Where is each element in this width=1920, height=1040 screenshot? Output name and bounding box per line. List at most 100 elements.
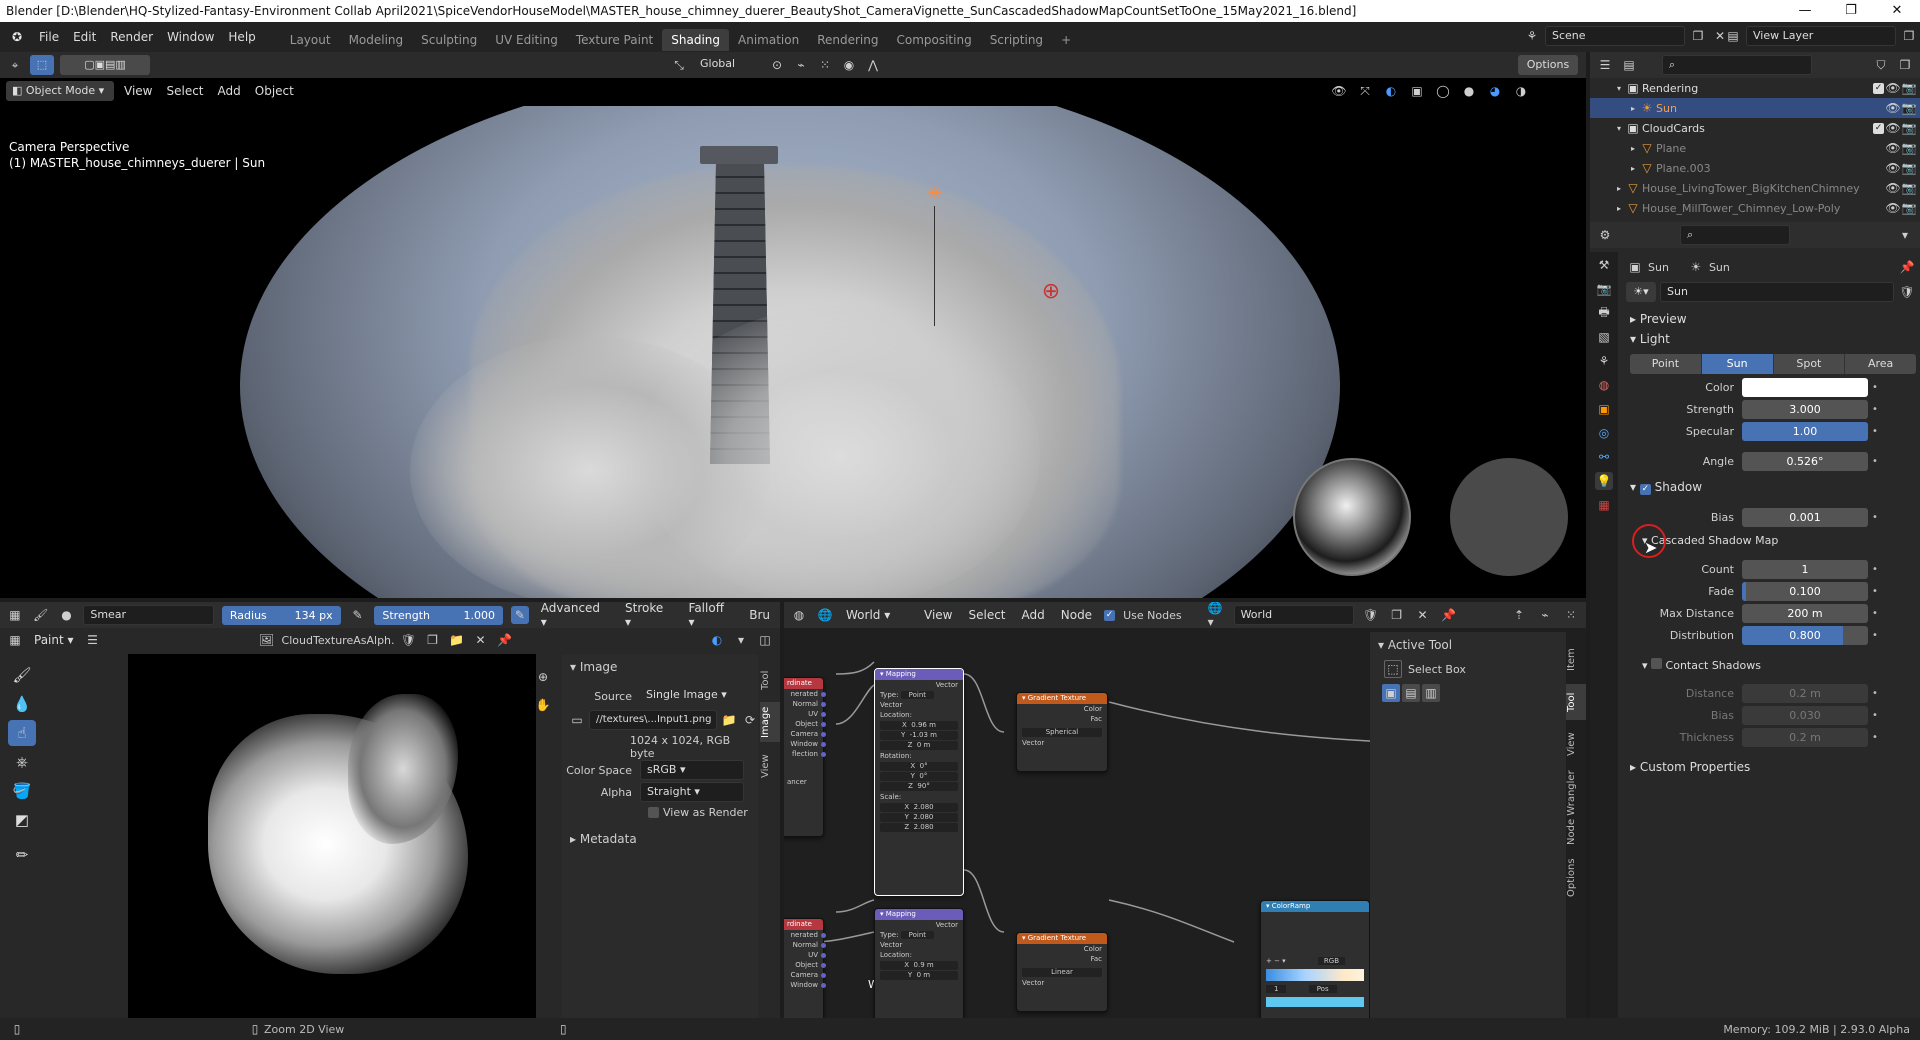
image-view-icon[interactable]: ▾: [732, 631, 750, 649]
constraints-tab-icon[interactable]: ⚯: [1595, 448, 1613, 466]
snap-icon[interactable]: ⌁: [792, 56, 810, 74]
colorspace-dropdown[interactable]: sRGB ▾: [640, 760, 744, 780]
render-camera-icon[interactable]: 📷: [1900, 199, 1918, 217]
select-new-icon[interactable]: ▣: [1382, 684, 1400, 702]
pin-icon[interactable]: 📌: [1898, 258, 1916, 276]
texture-tab-icon[interactable]: ▦: [1595, 496, 1613, 514]
tab-animation[interactable]: Animation: [729, 29, 808, 51]
brush-icon[interactable]: 🖌: [32, 606, 50, 624]
new-image-icon[interactable]: ❐: [424, 631, 442, 649]
menu-window[interactable]: Window: [160, 24, 221, 50]
brush-name-field[interactable]: Smear: [83, 605, 214, 625]
mapping-node-2[interactable]: ▾ Mapping Vector Type: Point Vector Loca…: [874, 908, 964, 1018]
light-panel-header[interactable]: ▾ Light: [1630, 332, 1670, 346]
socket-dot[interactable]: [821, 712, 826, 717]
view-layer-field[interactable]: View Layer: [1746, 26, 1896, 46]
expand-arrow-icon[interactable]: ▾: [1614, 79, 1624, 97]
open-image-icon[interactable]: 📁: [448, 631, 466, 649]
mask-tool-icon[interactable]: ◩: [8, 807, 36, 833]
alpha-dropdown[interactable]: Straight ▾: [640, 782, 744, 802]
socket-dot[interactable]: [821, 732, 826, 737]
transform-orientation[interactable]: Global: [694, 55, 762, 75]
solid-shading-icon[interactable]: ●: [1460, 82, 1478, 100]
distance-field[interactable]: 0.2 m: [1742, 683, 1868, 703]
strength-slider[interactable]: Strength 1.000: [374, 605, 503, 625]
properties-editor-icon[interactable]: ⚙: [1596, 226, 1614, 244]
expand-arrow-icon[interactable]: ▸: [1628, 99, 1638, 117]
scale-z[interactable]: Z 2.080: [880, 823, 958, 832]
location-y[interactable]: Y 0 m: [880, 971, 958, 980]
smear-tool-icon[interactable]: ☝: [8, 720, 36, 746]
sun-lamp-icon[interactable]: ✳: [925, 184, 945, 204]
tab-layout[interactable]: Layout: [281, 29, 340, 51]
outliner-item-rendering[interactable]: ▾ ▣ Rendering ✓ 👁 📷: [1590, 78, 1920, 98]
shadow-panel-header[interactable]: ▾ ✓ Shadow: [1630, 480, 1702, 495]
keyframe-dot[interactable]: •: [1868, 512, 1882, 523]
color-swatch[interactable]: [1742, 377, 1868, 397]
select-box-icon[interactable]: ⬚: [1384, 660, 1402, 678]
maximize-button[interactable]: ❐: [1828, 0, 1874, 22]
expand-arrow-icon[interactable]: ▸: [1614, 199, 1624, 217]
count-field[interactable]: 1: [1742, 559, 1868, 579]
properties-search-input[interactable]: ⌕: [1680, 225, 1790, 245]
image-sidetab-view[interactable]: View: [760, 748, 780, 784]
outliner-item-plane[interactable]: ▸ ▽ Plane 👁 📷: [1590, 138, 1920, 158]
menu-edit[interactable]: Edit: [66, 24, 103, 50]
fade-slider[interactable]: 0.100: [1742, 581, 1868, 601]
rotation-y[interactable]: Y 0°: [880, 772, 958, 781]
render-tab-icon[interactable]: 📷: [1595, 280, 1613, 298]
world-tab-icon[interactable]: ◍: [1595, 376, 1613, 394]
tab-texture-paint[interactable]: Texture Paint: [567, 29, 662, 51]
active-tool-panel-header[interactable]: ▾ Active Tool: [1378, 638, 1452, 652]
paint-menu-brush[interactable]: Bru: [745, 608, 774, 622]
render-camera-icon[interactable]: 📷: [1900, 99, 1918, 117]
light-type-point[interactable]: Point: [1630, 354, 1702, 374]
socket-dot[interactable]: [821, 933, 826, 938]
viewport-menu-object[interactable]: Object: [251, 84, 298, 98]
object-tab-icon[interactable]: ▣: [1595, 400, 1613, 418]
texture-coordinate-node-2[interactable]: rdinate nerated Normal UV Object Camera Windo…: [784, 918, 826, 1018]
unlink-image-icon[interactable]: ✕: [472, 631, 490, 649]
outliner-item-cloudcards[interactable]: ▾ ▣ CloudCards ✓ 👁 📷: [1590, 118, 1920, 138]
clone-tool-icon[interactable]: ⎈: [8, 749, 36, 775]
zoom-icon[interactable]: ⊕: [534, 668, 552, 686]
socket-dot[interactable]: [821, 943, 826, 948]
image-name-field[interactable]: CloudTextureAsAlph...: [282, 634, 394, 647]
wireframe-shading-icon[interactable]: ◯: [1434, 82, 1452, 100]
keyframe-dot[interactable]: •: [1868, 630, 1882, 641]
visibility-icon[interactable]: 👁: [1330, 82, 1348, 100]
node-sidetab-item[interactable]: Item: [1566, 642, 1586, 678]
render-camera-icon[interactable]: 📷: [1900, 159, 1918, 177]
shadow-checkbox[interactable]: ✓: [1639, 484, 1651, 495]
image-canvas[interactable]: [128, 654, 536, 1018]
expand-arrow-icon[interactable]: ▾: [1614, 119, 1624, 137]
outliner-item-house-livingtower-bigkitchenchimney[interactable]: ▸ ▽ House_LivingTower_BigKitchenChimney 👁 📷: [1590, 178, 1920, 198]
editor-type-icon[interactable]: ⌖: [6, 56, 24, 74]
socket-dot[interactable]: [821, 973, 826, 978]
viewport-menu-view[interactable]: View: [120, 84, 156, 98]
image-panel-header[interactable]: ▾ Image: [570, 660, 617, 674]
falloff-icon[interactable]: ⋀: [864, 56, 882, 74]
outliner-item-plane-003[interactable]: ▸ ▽ Plane.003 👁 📷: [1590, 158, 1920, 178]
properties-options-icon[interactable]: ▾: [1896, 226, 1914, 244]
outliner-item-house-milltower-chimney-low-poly[interactable]: ▸ ▽ House_MillTower_Chimney_Low-Poly 👁 📷: [1590, 198, 1920, 218]
location-x[interactable]: X 0.96 m: [880, 721, 958, 730]
view-layer-tab-icon[interactable]: ▧: [1595, 328, 1613, 346]
minimize-button[interactable]: —: [1782, 0, 1828, 22]
contact-shadows-checkbox[interactable]: [1651, 658, 1663, 669]
gradient-texture-node-2[interactable]: ▾ Gradient Texture Color Fac Linear Vect…: [1016, 932, 1108, 1012]
node-editor[interactable]: ◍ 🌐 World ▾ View Select Add Node ✓ Use N…: [784, 602, 1586, 1018]
image-sidetab-image[interactable]: Image: [760, 702, 780, 742]
filepath-field[interactable]: //textures\...Input1.png: [589, 710, 717, 730]
keyframe-dot[interactable]: •: [1868, 564, 1882, 575]
ramp-index[interactable]: 1: [1266, 985, 1287, 993]
max-distance-field[interactable]: 200 m: [1742, 603, 1868, 623]
expand-arrow-icon[interactable]: ▸: [1628, 139, 1638, 157]
render-camera-icon[interactable]: 📷: [1900, 79, 1918, 97]
viewport-menu-select[interactable]: Select: [162, 84, 207, 98]
gradient-texture-node[interactable]: ▾ Gradient Texture Color Fac Spherical V…: [1016, 692, 1108, 772]
render-camera-icon[interactable]: 📷: [1900, 179, 1918, 197]
new-scene-icon[interactable]: ❐: [1689, 27, 1707, 45]
tab-rendering[interactable]: Rendering: [808, 29, 887, 51]
hamburger-menu-icon[interactable]: ☰: [84, 631, 102, 649]
